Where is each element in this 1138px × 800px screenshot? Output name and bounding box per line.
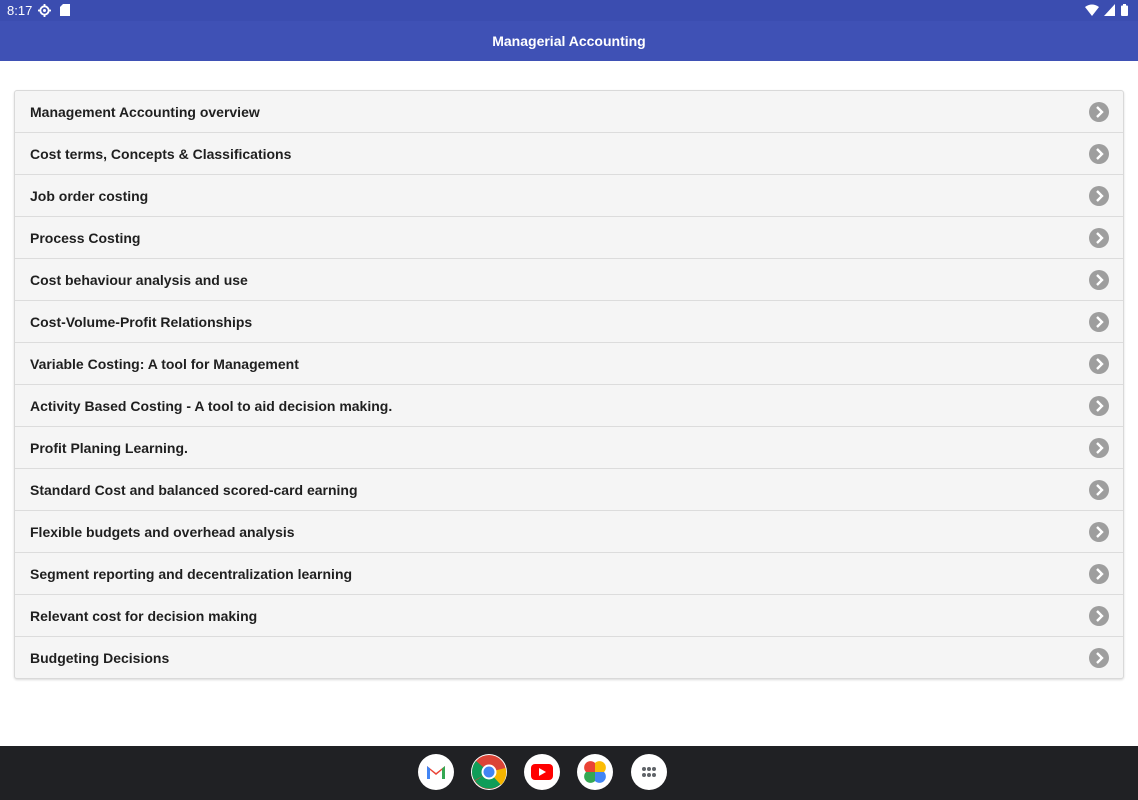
chevron-right-icon [1089, 102, 1109, 122]
chrome-icon[interactable] [471, 754, 507, 790]
list-item-label: Process Costing [30, 229, 141, 246]
chevron-right-icon [1089, 522, 1109, 542]
list-item-label: Job order costing [30, 187, 149, 204]
chevron-right-icon [1089, 438, 1109, 458]
list-item-label: Management Accounting overview [30, 103, 260, 120]
list-item-label: Flexible budgets and overhead analysis [30, 523, 295, 540]
chevron-right-icon [1089, 186, 1109, 206]
list-item[interactable]: Relevant cost for decision making [15, 595, 1123, 637]
list-item[interactable]: Standard Cost and balanced scored-card e… [15, 469, 1123, 511]
chevron-right-icon [1089, 270, 1109, 290]
list-item[interactable]: Job order costing [15, 175, 1123, 217]
photos-icon[interactable] [577, 754, 613, 790]
chevron-right-icon [1089, 648, 1109, 668]
chevron-right-icon [1089, 354, 1109, 374]
status-bar: 8:17 [0, 0, 1138, 21]
gmail-icon[interactable] [418, 754, 454, 790]
signal-icon [1104, 4, 1116, 16]
list-item[interactable]: Cost behaviour analysis and use [15, 259, 1123, 301]
chevron-right-icon [1089, 144, 1109, 164]
status-time: 8:17 [7, 3, 33, 18]
list-item-label: Variable Costing: A tool for Management [30, 355, 299, 372]
chevron-right-icon [1089, 564, 1109, 584]
list-item[interactable]: Management Accounting overview [15, 91, 1123, 133]
chevron-right-icon [1089, 396, 1109, 416]
sd-card-icon [60, 4, 70, 16]
chevron-right-icon [1089, 312, 1109, 332]
list-item[interactable]: Process Costing [15, 217, 1123, 259]
youtube-icon[interactable] [524, 754, 560, 790]
page-title: Managerial Accounting [492, 33, 646, 49]
list-item-label: Activity Based Costing - A tool to aid d… [30, 397, 393, 414]
app-bar: Managerial Accounting [0, 21, 1138, 61]
list-item-label: Cost-Volume-Profit Relationships [30, 313, 253, 330]
list-item-label: Relevant cost for decision making [30, 607, 258, 624]
chevron-right-icon [1089, 480, 1109, 500]
list-item-label: Cost terms, Concepts & Classifications [30, 145, 292, 162]
list-item[interactable]: Cost-Volume-Profit Relationships [15, 301, 1123, 343]
list-item-label: Cost behaviour analysis and use [30, 271, 248, 288]
list-item[interactable]: Activity Based Costing - A tool to aid d… [15, 385, 1123, 427]
list-item[interactable]: Budgeting Decisions [15, 637, 1123, 678]
wifi-icon [1084, 4, 1099, 16]
app-drawer-icon[interactable] [631, 754, 667, 790]
list-item-label: Segment reporting and decentralization l… [30, 565, 353, 582]
list-item-label: Standard Cost and balanced scored-card e… [30, 481, 358, 498]
settings-icon [38, 4, 51, 17]
list-item-label: Budgeting Decisions [30, 649, 170, 666]
list-item[interactable]: Flexible budgets and overhead analysis [15, 511, 1123, 553]
list-item[interactable]: Profit Planing Learning. [15, 427, 1123, 469]
list-item-label: Profit Planing Learning. [30, 439, 188, 456]
topic-list: Management Accounting overview Cost term… [14, 90, 1124, 679]
chevron-right-icon [1089, 228, 1109, 248]
list-item[interactable]: Cost terms, Concepts & Classifications [15, 133, 1123, 175]
chevron-right-icon [1089, 606, 1109, 626]
taskbar [0, 746, 1138, 800]
status-indicators [1083, 4, 1128, 19]
list-item[interactable]: Variable Costing: A tool for Management [15, 343, 1123, 385]
battery-icon [1121, 4, 1128, 16]
list-item[interactable]: Segment reporting and decentralization l… [15, 553, 1123, 595]
